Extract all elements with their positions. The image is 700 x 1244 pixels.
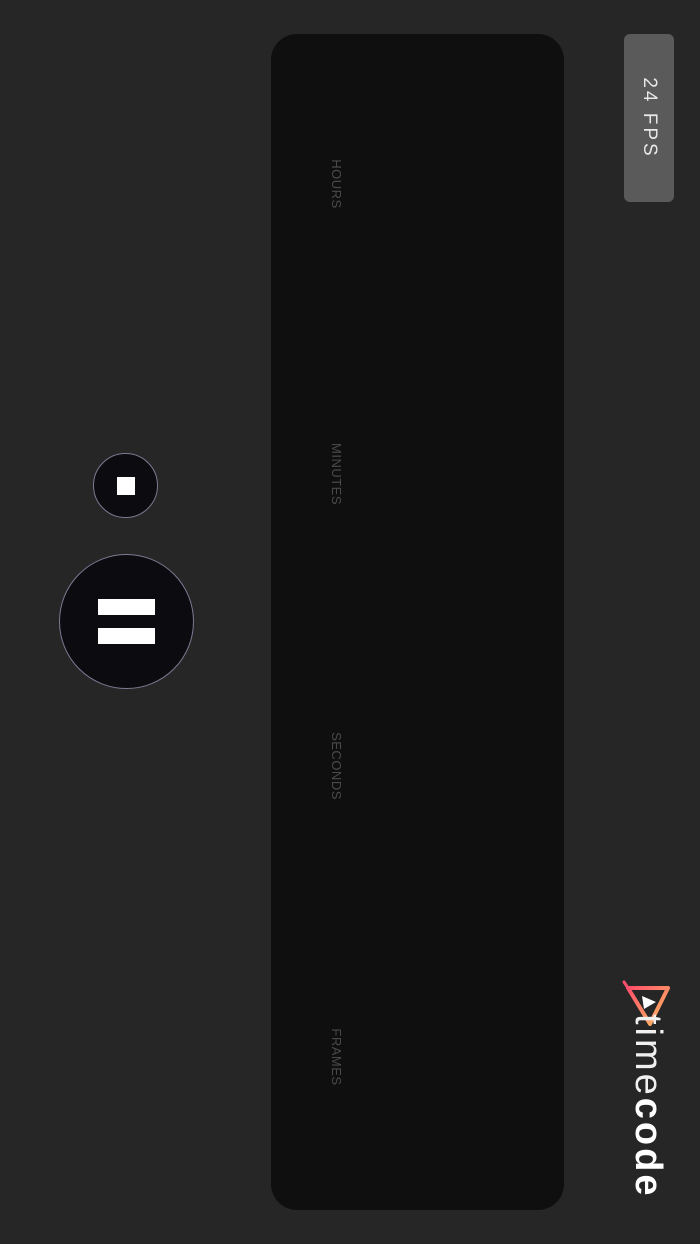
stop-icon <box>117 477 135 495</box>
stop-button[interactable] <box>93 453 158 518</box>
frames-label: FRAMES <box>329 1028 344 1086</box>
fps-label: 24 FPS <box>639 77 660 159</box>
fps-selector-button[interactable]: 24 FPS <box>624 34 674 202</box>
pause-button[interactable] <box>59 554 194 689</box>
brand-name-bold: code <box>627 1097 669 1199</box>
brand-wordmark: timecode <box>627 1014 669 1218</box>
seconds-label: SECONDS <box>329 732 344 800</box>
timecode-screen: 10:10:01:02 HOURS MINUTES SECONDS FRAMES… <box>0 0 700 1244</box>
hours-label: HOURS <box>329 159 344 209</box>
pause-bar-top <box>98 599 155 615</box>
brand-name-light: time <box>627 1014 669 1098</box>
pause-bar-bottom <box>98 628 155 644</box>
minutes-label: MINUTES <box>329 443 344 505</box>
timecode-panel: 10:10:01:02 HOURS MINUTES SECONDS FRAMES <box>271 34 564 1210</box>
